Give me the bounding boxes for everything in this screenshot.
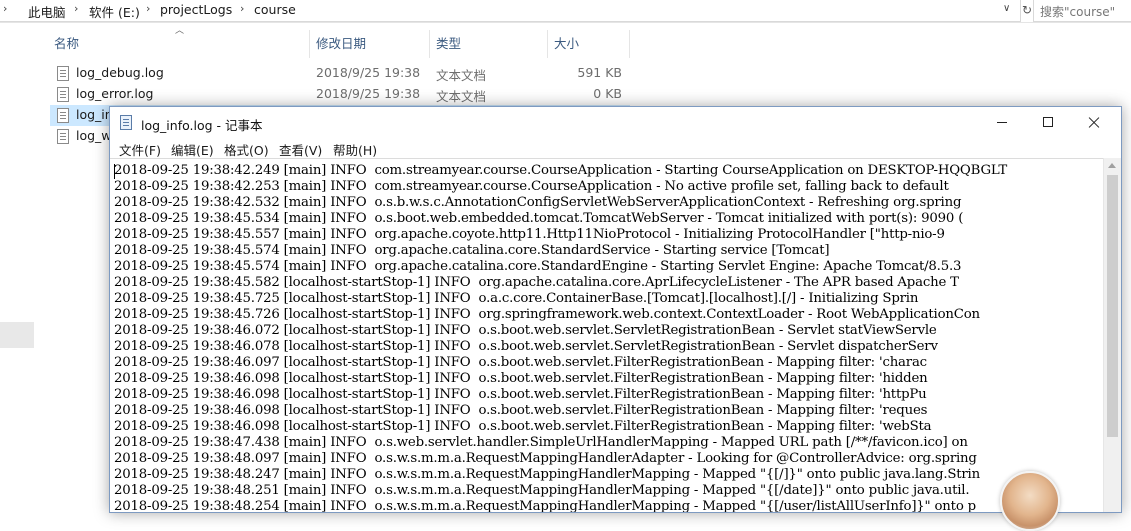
breadcrumb-item[interactable]: projectLogs bbox=[160, 2, 232, 17]
chevron-right-icon: › bbox=[3, 2, 8, 15]
file-name: log_in bbox=[76, 107, 113, 122]
file-size: 0 KB bbox=[593, 86, 622, 101]
file-date: 2018/9/25 19:38 bbox=[316, 65, 421, 80]
breadcrumb-item[interactable]: course bbox=[254, 2, 296, 17]
scroll-up-arrow-icon[interactable] bbox=[1108, 163, 1116, 168]
address-bar: › 此电脑 › 软件 (E:) › projectLogs › course ∨… bbox=[0, 0, 1131, 23]
text-editor[interactable]: 2018-09-25 19:38:42.249 [main] INFO com.… bbox=[110, 158, 1103, 512]
menu-format[interactable]: 格式(O) bbox=[224, 140, 269, 159]
chevron-right-icon: › bbox=[74, 2, 79, 15]
column-header-date[interactable]: 修改日期 bbox=[310, 30, 430, 58]
column-header-row: 名称 修改日期 类型 大小 bbox=[48, 30, 630, 58]
text-file-icon bbox=[57, 66, 69, 81]
file-name: log_error.log bbox=[76, 86, 154, 101]
file-row[interactable]: log_error.log 2018/9/25 19:38 文本文档 0 KB bbox=[50, 84, 630, 105]
chevron-right-icon: › bbox=[240, 2, 245, 15]
column-header-type[interactable]: 类型 bbox=[430, 30, 548, 58]
file-type: 文本文档 bbox=[436, 89, 487, 104]
text-file-icon bbox=[57, 87, 69, 102]
scrollbar-thumb[interactable] bbox=[1107, 175, 1118, 437]
file-name: log_w bbox=[76, 128, 112, 143]
log-line: 2018-09-25 19:38:46.098 [localhost-start… bbox=[114, 387, 927, 402]
title-bar[interactable]: log_info.log - 记事本 bbox=[110, 107, 1121, 138]
search-input[interactable]: 搜索"course" bbox=[1033, 0, 1131, 22]
log-text: 2018-09-25 19:38:42.249 [main] INFO com.… bbox=[114, 163, 1008, 512]
search-placeholder: 搜索"course" bbox=[1040, 5, 1116, 19]
file-type: 文本文档 bbox=[436, 68, 487, 83]
nav-pane-selection[interactable] bbox=[0, 322, 34, 348]
log-line: 2018-09-25 19:38:47.438 [main] INFO o.s.… bbox=[114, 435, 968, 450]
log-line: 2018-09-25 19:38:45.574 [main] INFO org.… bbox=[114, 243, 830, 258]
log-line: 2018-09-25 19:38:45.574 [main] INFO org.… bbox=[114, 259, 962, 274]
log-line: 2018-09-25 19:38:48.247 [main] INFO o.s.… bbox=[114, 467, 980, 482]
text-file-icon bbox=[57, 108, 69, 123]
column-header-size[interactable]: 大小 bbox=[548, 30, 630, 58]
notepad-window: log_info.log - 记事本 文件(F) 编辑(E) 格式(O) 查看(… bbox=[109, 106, 1122, 513]
breadcrumb-item[interactable]: 软件 (E:) bbox=[89, 2, 140, 21]
menu-view[interactable]: 查看(V) bbox=[279, 140, 322, 159]
log-line: 2018-09-25 19:38:45.582 [localhost-start… bbox=[114, 275, 959, 290]
text-file-icon bbox=[57, 129, 69, 144]
refresh-icon[interactable]: ↻ bbox=[1022, 1, 1032, 19]
chevron-down-icon[interactable]: ∨ bbox=[1003, 3, 1010, 14]
column-header-name[interactable]: 名称 bbox=[48, 30, 310, 58]
log-line: 2018-09-25 19:38:45.725 [localhost-start… bbox=[114, 291, 919, 306]
text-caret bbox=[114, 164, 115, 179]
menu-bar: 文件(F) 编辑(E) 格式(O) 查看(V) 帮助(H) bbox=[110, 138, 1121, 158]
minimize-button[interactable] bbox=[979, 107, 1025, 138]
log-line: 2018-09-25 19:38:46.098 [localhost-start… bbox=[114, 419, 932, 434]
file-size: 591 KB bbox=[577, 65, 622, 80]
log-line: 2018-09-25 19:38:46.098 [localhost-start… bbox=[114, 403, 928, 418]
close-button[interactable] bbox=[1071, 107, 1117, 138]
log-line: 2018-09-25 19:38:45.726 [localhost-start… bbox=[114, 307, 980, 322]
log-line: 2018-09-25 19:38:46.078 [localhost-start… bbox=[114, 339, 938, 354]
log-line: 2018-09-25 19:38:48.251 [main] INFO o.s.… bbox=[114, 483, 970, 498]
file-row[interactable]: log_debug.log 2018/9/25 19:38 文本文档 591 K… bbox=[50, 63, 630, 84]
maximize-button[interactable] bbox=[1025, 107, 1071, 138]
log-line: 2018-09-25 19:38:42.253 [main] INFO com.… bbox=[114, 179, 949, 194]
breadcrumb[interactable]: › 此电脑 › 软件 (E:) › projectLogs › course ∨ bbox=[0, 0, 1021, 22]
vertical-scrollbar[interactable] bbox=[1103, 158, 1121, 512]
chevron-right-icon: › bbox=[146, 2, 151, 15]
window-title: log_info.log - 记事本 bbox=[141, 118, 263, 133]
floating-avatar[interactable] bbox=[1000, 471, 1060, 531]
menu-edit[interactable]: 编辑(E) bbox=[171, 140, 214, 159]
log-line: 2018-09-25 19:38:42.532 [main] INFO o.s.… bbox=[114, 195, 962, 210]
log-line: 2018-09-25 19:38:46.097 [localhost-start… bbox=[114, 355, 927, 370]
notepad-icon[interactable] bbox=[120, 115, 132, 130]
breadcrumb-item[interactable]: 此电脑 bbox=[28, 2, 66, 21]
file-date: 2018/9/25 19:38 bbox=[316, 86, 421, 101]
log-line: 2018-09-25 19:38:45.534 [main] INFO o.s.… bbox=[114, 211, 964, 226]
menu-help[interactable]: 帮助(H) bbox=[333, 140, 377, 159]
log-line: 2018-09-25 19:38:45.557 [main] INFO org.… bbox=[114, 227, 945, 242]
file-name: log_debug.log bbox=[76, 65, 164, 80]
menu-file[interactable]: 文件(F) bbox=[119, 140, 161, 159]
log-line: 2018-09-25 19:38:46.098 [localhost-start… bbox=[114, 371, 928, 386]
log-line: 2018-09-25 19:38:46.072 [localhost-start… bbox=[114, 323, 937, 338]
log-line: 2018-09-25 19:38:48.097 [main] INFO o.s.… bbox=[114, 451, 977, 466]
log-line: 2018-09-25 19:38:42.249 [main] INFO com.… bbox=[114, 163, 1008, 178]
